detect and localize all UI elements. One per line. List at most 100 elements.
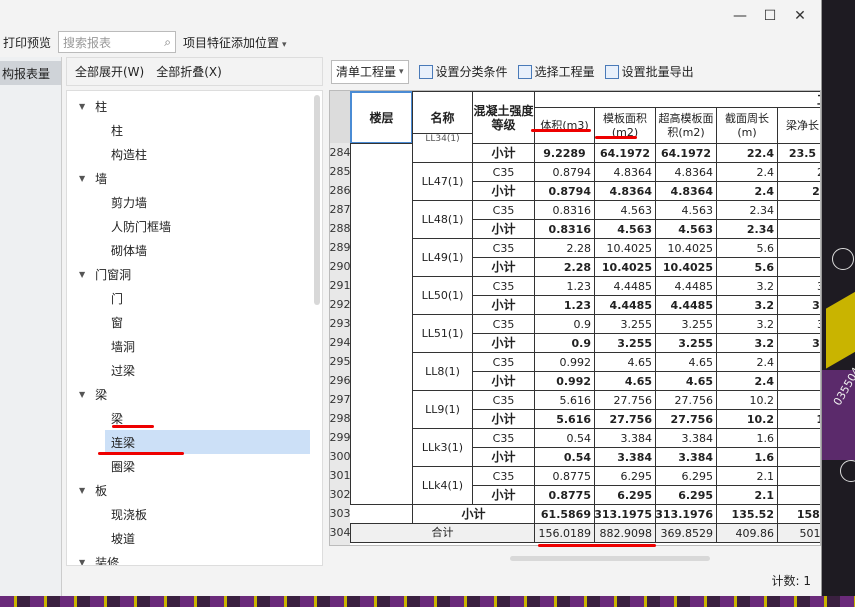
formwork-cell[interactable]: 10.4025 bbox=[594, 238, 656, 258]
perimeter-cell[interactable]: 2.4 bbox=[716, 162, 778, 182]
tree-item[interactable]: 砌体墙 bbox=[111, 238, 147, 262]
formwork-cell[interactable]: 3.255 bbox=[594, 314, 656, 334]
floor-cell-merged[interactable] bbox=[350, 143, 413, 505]
row-number[interactable]: 300 bbox=[330, 447, 351, 466]
name-cell[interactable]: LL50(1) bbox=[412, 276, 473, 315]
subtotal-over-height[interactable]: 27.756 bbox=[655, 409, 717, 429]
over-height-cell[interactable]: 6.295 bbox=[655, 466, 717, 486]
formwork-cell[interactable]: 6.295 bbox=[594, 466, 656, 486]
floor-subtotal-over-height[interactable]: 313.1976 bbox=[655, 504, 717, 524]
row-number[interactable]: 285 bbox=[330, 162, 351, 181]
perimeter-cell[interactable]: 3.2 bbox=[716, 276, 778, 296]
name-cell[interactable]: LL34(1) bbox=[412, 133, 473, 163]
volume-cell[interactable]: 2.28 bbox=[534, 238, 595, 258]
tree-item[interactable]: 柱 bbox=[111, 118, 123, 142]
grade-cell[interactable]: C35 bbox=[472, 466, 535, 486]
volume-cell[interactable]: 1.23 bbox=[534, 276, 595, 296]
subtotal-label[interactable]: 小计 bbox=[472, 143, 535, 163]
over-height-cell[interactable]: 3.255 bbox=[655, 314, 717, 334]
row-number[interactable]: 284 bbox=[330, 143, 351, 162]
net-length-cell[interactable]: 3 bbox=[777, 314, 820, 334]
tree-item[interactable]: 现浇板 bbox=[111, 502, 147, 526]
project-feature-dropdown[interactable]: 项目特征添加位置 ▾ bbox=[180, 34, 290, 51]
row-number[interactable]: 295 bbox=[330, 352, 351, 371]
subtotal-formwork[interactable]: 4.4485 bbox=[594, 295, 656, 315]
row-number[interactable]: 304 bbox=[330, 523, 351, 542]
grade-cell[interactable]: C35 bbox=[472, 276, 535, 296]
tree-group[interactable]: ▼ 墙 bbox=[79, 166, 107, 190]
chevron-down-icon[interactable]: ▼ bbox=[79, 486, 85, 495]
subtotal-over-height[interactable]: 3.384 bbox=[655, 447, 717, 467]
name-cell[interactable]: LL48(1) bbox=[412, 200, 473, 239]
chevron-down-icon[interactable]: ▼ bbox=[79, 174, 85, 183]
subtotal-over-height[interactable]: 10.4025 bbox=[655, 257, 717, 277]
subtotal-over-height[interactable]: 4.4485 bbox=[655, 295, 717, 315]
perimeter-cell[interactable]: 3.2 bbox=[716, 314, 778, 334]
over-height-cell[interactable]: 27.756 bbox=[655, 390, 717, 410]
net-length-cell[interactable]: 2 bbox=[777, 162, 820, 182]
tree-item[interactable]: 坡道 bbox=[111, 526, 135, 550]
print-preview-button[interactable]: 打印预览 bbox=[0, 34, 54, 51]
subtotal-volume[interactable]: 0.8316 bbox=[534, 219, 595, 239]
tree-group[interactable]: ▼ 板 bbox=[79, 478, 107, 502]
column-header-volume[interactable]: 体积(m3) bbox=[534, 107, 595, 144]
total-net-length[interactable]: 501. bbox=[777, 523, 820, 543]
subtotal-perimeter[interactable]: 5.6 bbox=[716, 257, 778, 277]
row-number[interactable]: 302 bbox=[330, 485, 351, 504]
volume-cell[interactable]: 0.54 bbox=[534, 428, 595, 448]
expand-all-button[interactable]: 全部展开(W) bbox=[75, 63, 144, 80]
grade-cell[interactable]: C35 bbox=[472, 162, 535, 182]
volume-cell[interactable]: 0.8794 bbox=[534, 162, 595, 182]
name-cell[interactable]: LL9(1) bbox=[412, 390, 473, 429]
tree-group[interactable]: ▼ 柱 bbox=[79, 94, 107, 118]
net-length-cell[interactable]: 3 bbox=[777, 276, 820, 296]
subtotal-net-length[interactable] bbox=[777, 257, 820, 277]
subtotal-net-length[interactable]: 23.5 bbox=[777, 143, 820, 163]
close-icon[interactable]: ✕ bbox=[785, 4, 815, 28]
over-height-cell[interactable]: 4.4485 bbox=[655, 276, 717, 296]
column-header-floor[interactable]: 楼层 bbox=[350, 91, 413, 144]
subtotal-volume[interactable]: 0.8794 bbox=[534, 181, 595, 201]
set-classify-button[interactable]: 设置分类条件 bbox=[418, 63, 508, 80]
tree-group[interactable]: ▼ 门窗洞 bbox=[79, 262, 131, 286]
subtotal-net-length[interactable]: 1 bbox=[777, 409, 820, 429]
tree-item[interactable]: 圈梁 bbox=[111, 454, 135, 478]
quantity-type-select[interactable]: 清单工程量 ▾ bbox=[331, 59, 409, 84]
collapse-all-button[interactable]: 全部折叠(X) bbox=[156, 63, 222, 80]
chevron-down-icon[interactable]: ▼ bbox=[79, 558, 85, 566]
subtotal-over-height[interactable]: 3.255 bbox=[655, 333, 717, 353]
row-number[interactable]: 292 bbox=[330, 295, 351, 314]
subtotal-formwork[interactable]: 4.8364 bbox=[594, 181, 656, 201]
row-number[interactable]: 297 bbox=[330, 390, 351, 409]
subtotal-over-height[interactable]: 4.65 bbox=[655, 371, 717, 391]
grade-cell[interactable]: C35 bbox=[472, 314, 535, 334]
floor-subtotal-volume[interactable]: 61.5869 bbox=[534, 504, 595, 524]
net-length-cell[interactable] bbox=[777, 390, 820, 410]
subtotal-volume[interactable]: 0.8775 bbox=[534, 485, 595, 505]
subtotal-perimeter[interactable]: 1.6 bbox=[716, 447, 778, 467]
subtotal-net-length[interactable] bbox=[777, 447, 820, 467]
subtotal-formwork[interactable]: 64.1972 bbox=[594, 143, 656, 163]
over-height-cell[interactable]: 4.8364 bbox=[655, 162, 717, 182]
grade-cell[interactable]: C35 bbox=[472, 238, 535, 258]
tree-item[interactable]: 过梁 bbox=[111, 358, 135, 382]
subtotal-formwork[interactable]: 3.384 bbox=[594, 447, 656, 467]
formwork-cell[interactable]: 4.65 bbox=[594, 352, 656, 372]
subtotal-perimeter[interactable]: 3.2 bbox=[716, 333, 778, 353]
row-number[interactable]: 294 bbox=[330, 333, 351, 352]
perimeter-cell[interactable]: 5.6 bbox=[716, 238, 778, 258]
name-cell[interactable]: LL49(1) bbox=[412, 238, 473, 277]
row-number[interactable]: 298 bbox=[330, 409, 351, 428]
tree-item[interactable]: 剪力墙 bbox=[111, 190, 147, 214]
subtotal-net-length[interactable]: 2. bbox=[777, 181, 820, 201]
name-cell[interactable]: LL47(1) bbox=[412, 162, 473, 201]
subtotal-net-length[interactable] bbox=[777, 485, 820, 505]
subtotal-formwork[interactable]: 27.756 bbox=[594, 409, 656, 429]
total-perimeter[interactable]: 409.86 bbox=[716, 523, 778, 543]
subtotal-volume[interactable]: 5.616 bbox=[534, 409, 595, 429]
row-number[interactable]: 303 bbox=[330, 504, 351, 523]
search-input[interactable]: 搜索报表 ⌕ bbox=[58, 31, 177, 53]
volume-cell[interactable]: 5.616 bbox=[534, 390, 595, 410]
total-label[interactable]: 合计 bbox=[350, 523, 535, 543]
grade-cell[interactable]: C35 bbox=[472, 390, 535, 410]
